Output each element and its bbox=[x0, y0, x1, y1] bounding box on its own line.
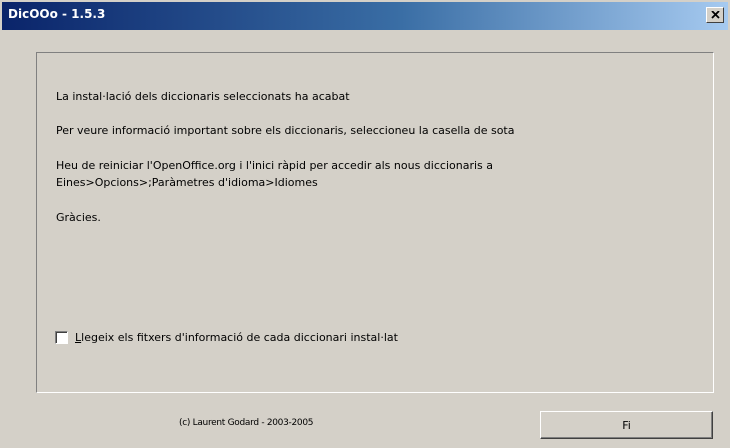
message-panel: La instal·lació dels diccionaris selecci… bbox=[36, 52, 714, 393]
title-bar: DicOOo - 1.5.3 bbox=[2, 2, 728, 30]
message-line-info: Per veure informació important sobre els… bbox=[56, 124, 515, 137]
close-x-icon bbox=[710, 11, 720, 19]
message-line-restart: Heu de reiniciar l'OpenOffice.org i l'in… bbox=[56, 159, 493, 172]
copyright-text: (c) Laurent Godard - 2003-2005 bbox=[179, 418, 314, 428]
readme-checkbox-label-text: legeix els fitxers d'informació de cada … bbox=[81, 330, 398, 344]
finish-button-label: Fi bbox=[622, 418, 631, 432]
readme-checkbox-label[interactable]: Llegeix els fitxers d'informació de cada… bbox=[75, 331, 398, 344]
dialog-window: DicOOo - 1.5.3 La instal·lació dels dicc… bbox=[0, 0, 730, 448]
close-button[interactable] bbox=[706, 7, 724, 23]
message-line-complete: La instal·lació dels diccionaris selecci… bbox=[56, 90, 350, 103]
window-title: DicOOo - 1.5.3 bbox=[8, 7, 106, 21]
message-line-thanks: Gràcies. bbox=[56, 211, 101, 224]
readme-checkbox-row[interactable]: Llegeix els fitxers d'informació de cada… bbox=[55, 329, 398, 345]
readme-checkbox[interactable] bbox=[55, 330, 68, 344]
finish-button[interactable]: Fi bbox=[540, 411, 713, 439]
message-line-path: Eines>Opcions>;Paràmetres d'idioma>Idiom… bbox=[56, 176, 318, 189]
